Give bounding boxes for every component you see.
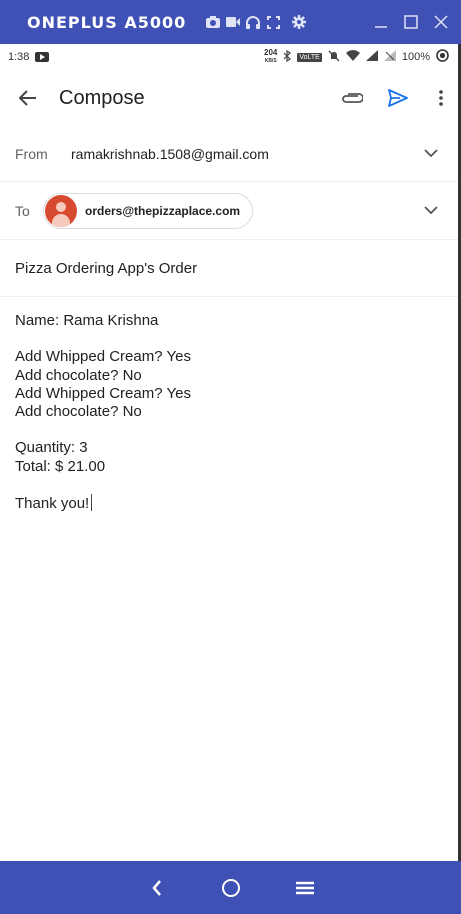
from-label: From [15, 145, 48, 162]
android-nav-bar [0, 861, 461, 914]
body-line: Total: $ 21.00 [15, 457, 106, 475]
wifi-icon [345, 50, 360, 64]
body-line: Add Whipped Cream? Yes [15, 384, 191, 402]
body-line: Add chocolate? No [15, 366, 142, 384]
emulator-title-bar: ONEPLUS A5000 [0, 0, 461, 44]
nav-back-icon[interactable] [145, 876, 169, 900]
video-record-icon[interactable] [226, 15, 241, 29]
battery-level: 100% [401, 51, 430, 63]
body-line: Add Whipped Cream? Yes [15, 348, 191, 366]
subject-value: Pizza Ordering App's Order [15, 259, 198, 277]
settings-gear-icon[interactable] [292, 15, 307, 29]
appbar-actions [329, 74, 461, 122]
mute-notifications-icon [328, 50, 340, 65]
more-options-icon[interactable] [421, 74, 461, 122]
recipient-address: orders@thepizzaplace.com [85, 203, 241, 218]
maximize-icon[interactable] [403, 14, 419, 30]
from-value: ramakrishnab.1508@gmail.com [71, 145, 269, 162]
to-field[interactable]: To orders@thepizzaplace.com [0, 182, 461, 240]
subject-field[interactable]: Pizza Ordering App's Order [0, 240, 461, 297]
status-time: 1:38 [8, 51, 30, 63]
device-name: ONEPLUS A5000 [27, 12, 187, 32]
body-line: Name: Rama Krishna [15, 312, 159, 329]
body-line: Add chocolate? No [15, 403, 142, 421]
chevron-down-icon[interactable] [423, 146, 439, 162]
network-speed-unit: KB/S [264, 58, 277, 64]
bluetooth-icon [283, 49, 292, 65]
chevron-down-icon[interactable] [423, 203, 439, 219]
network-speed: 204 KB/S [264, 49, 277, 65]
text-cursor [91, 494, 93, 512]
nav-home-icon[interactable] [219, 876, 243, 900]
signal-icon [365, 50, 378, 64]
page-title: Compose [59, 86, 145, 109]
back-arrow-icon[interactable] [0, 70, 56, 126]
minimize-icon[interactable] [373, 14, 389, 30]
android-status-bar: 1:38 204 KB/S VoLTE 100% [0, 44, 461, 70]
fullscreen-icon[interactable] [266, 15, 280, 29]
status-icons: 204 KB/S VoLTE 100% [264, 49, 449, 65]
email-body[interactable]: Name: Rama Krishna Add Whipped Cream? Ye… [15, 312, 445, 513]
nav-menu-icon[interactable] [293, 876, 317, 900]
emulator-toolbar [206, 15, 307, 29]
network-speed-value: 204 [264, 48, 278, 57]
to-label: To [15, 202, 30, 219]
send-icon[interactable] [375, 74, 421, 122]
from-field[interactable]: From ramakrishnab.1508@gmail.com [0, 126, 461, 182]
window-controls [373, 14, 449, 30]
volte-badge: VoLTE [297, 52, 322, 62]
youtube-notification-icon [35, 52, 50, 62]
compose-app-bar: Compose [0, 70, 461, 126]
attach-icon[interactable] [329, 74, 375, 122]
camera-icon[interactable] [206, 15, 221, 29]
signal-2-icon [383, 50, 396, 64]
battery-icon [436, 49, 449, 65]
headphones-icon[interactable] [246, 15, 261, 29]
close-icon[interactable] [433, 14, 449, 30]
body-line: Quantity: 3 [15, 439, 88, 457]
recipient-chip[interactable]: orders@thepizzaplace.com [43, 192, 254, 229]
avatar [45, 194, 77, 227]
body-line: Thank you! [15, 495, 90, 513]
